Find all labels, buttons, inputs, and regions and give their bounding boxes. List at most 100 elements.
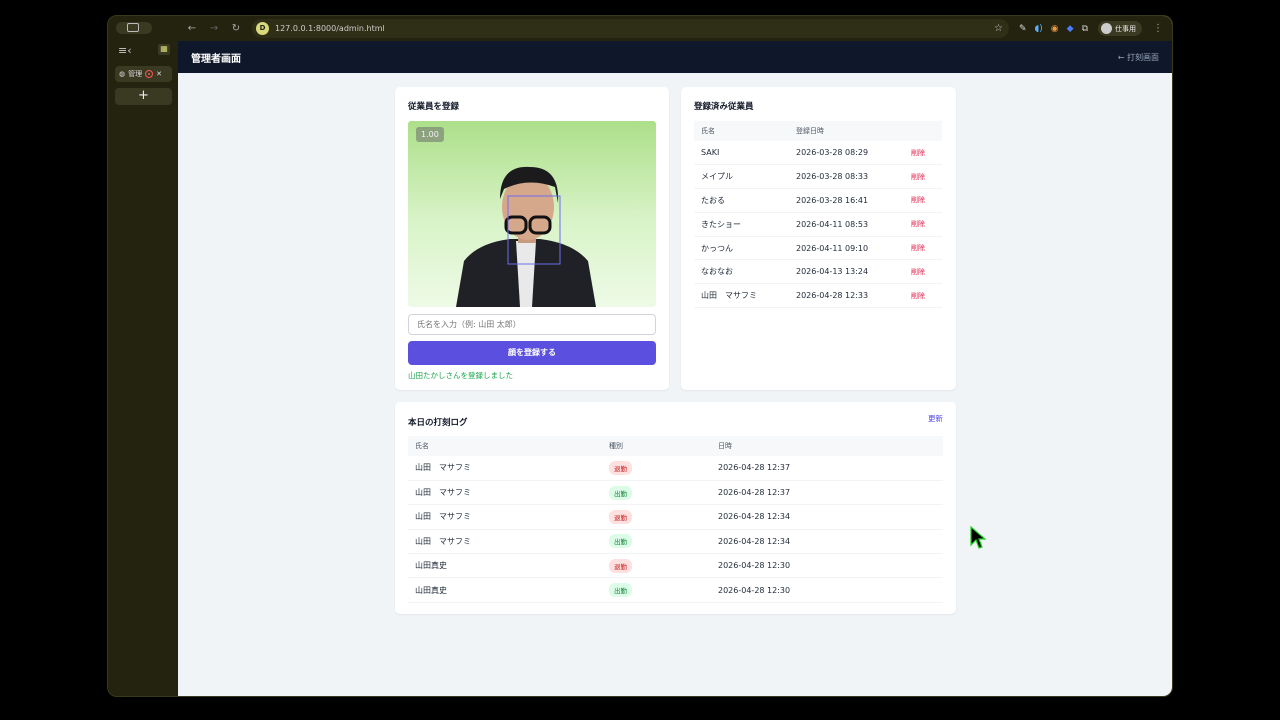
profile-button[interactable]: 仕事用	[1098, 21, 1142, 36]
globe-icon: ◍	[119, 70, 126, 78]
collapse-sidebar-icon[interactable]: ≡‹	[118, 44, 132, 57]
sidebar-toggle-icon[interactable]	[127, 23, 139, 32]
delete-button[interactable]: 削除	[911, 292, 925, 300]
log-time: 2026-04-28 12:30	[711, 553, 943, 579]
reload-icon[interactable]: ↻	[230, 23, 242, 34]
employee-registered-at: 2026-04-11 08:53	[789, 212, 904, 237]
back-to-punch-link[interactable]: ← 打刻画面	[1118, 52, 1159, 63]
new-tab-button[interactable]: +	[115, 88, 172, 105]
col-date: 登録日時	[789, 121, 904, 141]
log-title: 本日の打刻ログ	[408, 418, 468, 428]
col-time: 日時	[711, 436, 943, 456]
match-score-badge: 1.00	[416, 127, 444, 142]
punch-type-badge: 退勤	[609, 509, 632, 524]
punch-type-badge: 出勤	[609, 534, 632, 549]
delete-button[interactable]: 削除	[911, 268, 925, 276]
person-image	[456, 166, 596, 307]
register-title: 従業員を登録	[408, 102, 460, 112]
mouse-cursor-icon	[970, 526, 986, 549]
name-input[interactable]	[408, 314, 656, 335]
log-table: 氏名 種別 日時 山田 マサフミ 退勤 2026-04-28 12:37 山田 マサフ…	[408, 436, 943, 603]
employee-row: きたショー 2026-04-11 08:53 削除	[694, 212, 942, 237]
refresh-button[interactable]: 更新	[928, 413, 943, 424]
delete-button[interactable]: 削除	[911, 196, 925, 204]
col-type: 種別	[602, 436, 711, 456]
employee-name: なおなお	[694, 259, 789, 285]
avatar	[1101, 23, 1112, 34]
register-success-message: 山田たかしさんを登録しました	[408, 371, 513, 380]
site-icon: D	[256, 22, 269, 35]
app-header: 管理者画面 ← 打刻画面	[178, 41, 1172, 73]
employee-row: メイプル 2026-03-28 08:33 削除	[694, 164, 942, 190]
tab-label: 管理	[128, 70, 143, 78]
audio-icon[interactable]: ◖)	[1035, 24, 1043, 34]
address-bar[interactable]: D 127.0.0.1:8000/admin.html ☆	[252, 19, 1009, 38]
back-icon[interactable]: ←	[186, 23, 198, 34]
employee-name: メイプル	[694, 164, 789, 190]
log-name: 山田 マサフミ	[408, 480, 602, 506]
log-name: 山田真史	[408, 553, 602, 579]
bookmark-star-icon[interactable]: ☆	[994, 23, 1003, 34]
employees-card: 登録済み従業員 氏名 登録日時 SAKI 2026-03-28 08:29 削除 メイ…	[681, 87, 956, 390]
employee-row: かっつん 2026-04-11 09:10 削除	[694, 236, 942, 261]
delete-button[interactable]: 削除	[911, 173, 925, 181]
page-title: 管理者画面	[191, 53, 241, 65]
delete-button[interactable]: 削除	[911, 149, 925, 157]
employee-row: 山田 マサフミ 2026-04-28 12:33 削除	[694, 283, 942, 309]
log-time: 2026-04-28 12:34	[711, 504, 943, 530]
extensions: ✎ ◖) ◉ ◆ ⧉	[1019, 24, 1088, 34]
punch-type-badge: 退勤	[609, 460, 632, 475]
employees-title: 登録済み従業員	[694, 102, 754, 112]
browser-sidebar: ≡‹ ▦ ◍ 管理 ✕ +	[108, 16, 178, 696]
log-row: 山田真史 出勤 2026-04-28 12:30	[408, 577, 943, 603]
employee-name: かっつん	[694, 236, 789, 261]
log-row: 山田 マサフミ 出勤 2026-04-28 12:37	[408, 480, 943, 506]
browser-window: ≡‹ ▦ ◍ 管理 ✕ + ← → ↻ D 127.0.0.1:8000/adm…	[107, 15, 1173, 697]
employee-row: なおなお 2026-04-13 13:24 削除	[694, 259, 942, 285]
employee-registered-at: 2026-03-28 08:33	[789, 164, 904, 190]
tab-close-icon[interactable]: ✕	[156, 70, 162, 78]
recording-icon	[145, 70, 154, 78]
forward-icon[interactable]: →	[208, 23, 220, 34]
employee-name: 山田 マサフミ	[694, 283, 789, 309]
log-time: 2026-04-28 12:34	[711, 529, 943, 555]
register-face-button[interactable]: 顔を登録する	[408, 341, 656, 365]
log-name: 山田真史	[408, 577, 602, 603]
log-name: 山田 マサフミ	[408, 529, 602, 555]
employee-registered-at: 2026-04-11 09:10	[789, 236, 904, 261]
tag-icon[interactable]: ◆	[1067, 24, 1074, 34]
employee-name: たおる	[694, 188, 789, 213]
employee-row: たおる 2026-03-28 16:41 削除	[694, 188, 942, 213]
employees-table: 氏名 登録日時 SAKI 2026-03-28 08:29 削除 メイプル 2026-0…	[694, 121, 942, 309]
browser-toolbar: ← → ↻ D 127.0.0.1:8000/admin.html ☆ ✎ ◖)…	[178, 16, 1172, 41]
pen-icon[interactable]: ✎	[1019, 24, 1027, 34]
employee-registered-at: 2026-04-28 12:33	[789, 283, 904, 309]
delete-button[interactable]: 削除	[911, 244, 925, 252]
col-actions	[904, 121, 942, 141]
menu-icon[interactable]: ⋮	[1152, 23, 1164, 34]
log-row: 山田真史 退勤 2026-04-28 12:30	[408, 553, 943, 579]
tab-admin[interactable]: ◍ 管理 ✕	[115, 66, 172, 82]
log-time: 2026-04-28 12:30	[711, 577, 943, 603]
delete-button[interactable]: 削除	[911, 220, 925, 228]
register-card: 従業員を登録 1.00 顔を登録する 山田たかしさんを登録しました	[395, 87, 669, 390]
puzzle-icon[interactable]: ⧉	[1082, 24, 1088, 34]
url-text[interactable]: 127.0.0.1:8000/admin.html	[275, 24, 988, 33]
log-name: 山田 マサフミ	[408, 504, 602, 530]
employee-registered-at: 2026-03-28 16:41	[789, 188, 904, 213]
punch-type-badge: 出勤	[609, 583, 632, 598]
employee-registered-at: 2026-03-28 08:29	[789, 141, 904, 166]
profile-label: 仕事用	[1115, 24, 1136, 33]
employee-name: SAKI	[694, 141, 789, 166]
attendance-log-card: 本日の打刻ログ 更新 氏名 種別 日時 山田 マサフミ 退勤 2026-04-28 …	[395, 402, 956, 614]
log-row: 山田 マサフミ 退勤 2026-04-28 12:37	[408, 456, 943, 481]
browser-content: ← → ↻ D 127.0.0.1:8000/admin.html ☆ ✎ ◖)…	[178, 16, 1172, 696]
employee-row: SAKI 2026-03-28 08:29 削除	[694, 141, 942, 166]
log-row: 山田 マサフミ 出勤 2026-04-28 12:34	[408, 529, 943, 555]
extension-icon[interactable]: ◉	[1051, 24, 1059, 34]
tab-grid-icon[interactable]: ▦	[158, 44, 170, 55]
camera-preview: 1.00	[408, 121, 656, 307]
col-name: 氏名	[694, 121, 789, 141]
log-time: 2026-04-28 12:37	[711, 480, 943, 506]
punch-type-badge: 出勤	[609, 485, 632, 500]
